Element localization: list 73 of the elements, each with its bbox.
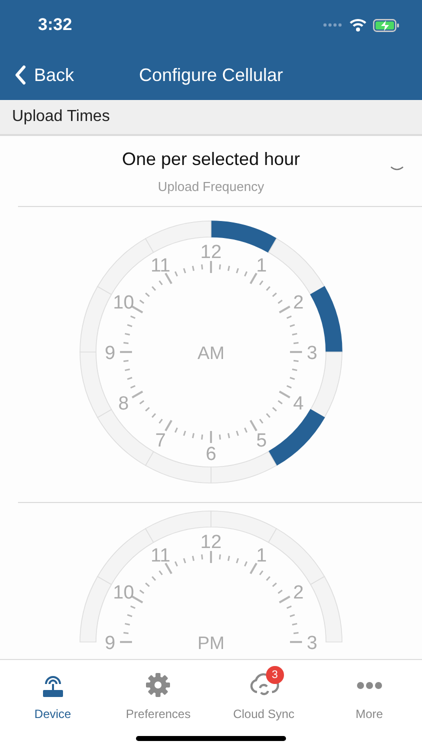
notification-badge: 3 — [266, 666, 284, 684]
cloud-sync-icon — [248, 672, 279, 698]
tick-mark — [293, 632, 299, 634]
tab-bar-item[interactable]: Cloud Sync 3 — [211, 660, 316, 724]
hour-segment[interactable] — [268, 409, 325, 466]
tick-mark — [250, 420, 258, 432]
tick-mark — [120, 641, 132, 643]
hour-label: 10 — [112, 582, 134, 604]
tick-mark — [201, 264, 204, 270]
tick-mark — [201, 434, 204, 440]
tick-mark — [278, 306, 290, 314]
hour-label: 6 — [206, 444, 216, 465]
tick-mark — [120, 351, 132, 353]
hour-label: 11 — [150, 546, 170, 567]
status-time: 3:32 — [38, 15, 72, 35]
tick-mark — [210, 261, 212, 273]
hour-label: 11 — [150, 256, 170, 277]
tab-bar-item[interactable]: Preferences — [106, 660, 211, 724]
tick-mark — [278, 390, 290, 398]
tab-bar-item[interactable]: More — [316, 660, 422, 724]
tick-mark — [290, 351, 302, 353]
tab-bar-item[interactable]: Device — [0, 660, 106, 724]
tick-mark — [250, 562, 258, 574]
hour-label: 8 — [118, 394, 129, 414]
hour-label: 2 — [293, 582, 304, 604]
back-chevron-icon — [14, 65, 26, 85]
tick-mark — [123, 360, 129, 362]
period-label: AM — [198, 343, 224, 363]
tick-mark — [210, 551, 212, 563]
back-button[interactable]: Back — [0, 64, 88, 86]
tick-mark — [293, 342, 299, 344]
tick-mark — [290, 641, 302, 643]
tick-mark — [164, 420, 172, 432]
hour-label: 9 — [104, 633, 116, 654]
signal-icon — [323, 23, 343, 27]
tick-mark — [278, 596, 290, 604]
frequency-picker[interactable]: One per selected hour Upload Frequency — [18, 136, 422, 207]
frequency-value: One per selected hour — [122, 148, 300, 170]
hour-label: 12 — [200, 532, 222, 553]
section-header: Upload Times — [0, 100, 422, 136]
hour-label: 7 — [155, 430, 166, 452]
tick-mark — [132, 390, 144, 398]
tick-mark — [250, 272, 258, 284]
hour-label: 3 — [306, 633, 318, 654]
tick-mark — [293, 360, 299, 362]
hour-label: 4 — [293, 394, 304, 414]
tick-mark — [123, 632, 129, 634]
tick-mark — [132, 596, 144, 604]
hour-label: 1 — [256, 546, 267, 567]
more-icon — [356, 682, 382, 689]
tick-mark — [210, 431, 212, 443]
chevron-down-icon — [390, 166, 404, 172]
hour-label: 9 — [104, 343, 116, 364]
tick-mark — [164, 562, 172, 574]
tick-mark — [218, 554, 221, 560]
settings-icon — [145, 672, 172, 698]
hour-label: 3 — [306, 343, 318, 364]
hour-label: 2 — [293, 292, 304, 314]
hour-label: 12 — [200, 242, 222, 263]
wifi-icon — [349, 18, 367, 32]
hour-label: 10 — [112, 292, 134, 314]
tick-mark — [201, 554, 204, 560]
screen-title: Configure Cellular — [138, 64, 284, 84]
period-label: PM — [198, 633, 224, 653]
tick-mark — [132, 306, 144, 314]
hour-label: 5 — [256, 430, 267, 452]
tick-mark — [218, 264, 221, 270]
frequency-label: Upload Frequency — [158, 178, 264, 194]
battery-charging-icon — [373, 18, 400, 32]
tick-mark — [218, 434, 221, 440]
tick-mark — [123, 342, 129, 344]
tick-mark — [164, 272, 172, 284]
hour-label: 1 — [256, 256, 267, 277]
